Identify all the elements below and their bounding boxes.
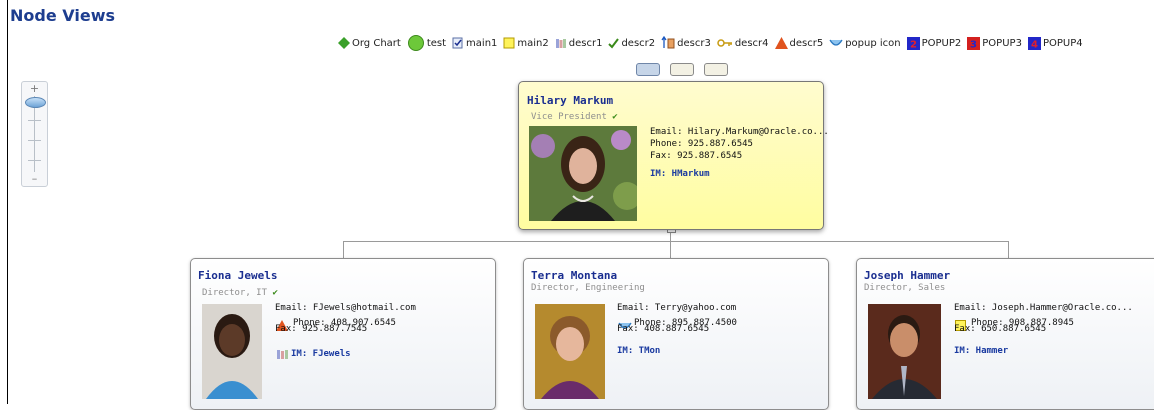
- org-node-terra[interactable]: Terra Montana Director, Engineering Emai…: [523, 258, 829, 410]
- badge-3-icon: 3: [967, 36, 981, 50]
- badge-2-icon: 2: [906, 36, 920, 50]
- fax-text: Fax: 925.887.7545: [275, 324, 368, 334]
- legend-item-main2[interactable]: main2: [503, 37, 549, 49]
- connector-line: [1008, 241, 1009, 258]
- zoom-in-icon[interactable]: +: [22, 83, 47, 94]
- photo-joseph: [868, 304, 941, 399]
- bowl-icon: [829, 39, 843, 46]
- page-title: Node Views: [10, 6, 115, 25]
- green-circle-icon: [407, 35, 424, 51]
- checkmark-icon: ✔: [612, 112, 618, 122]
- node-title: Vice President ✔: [531, 112, 618, 122]
- legend-item-popup-icon[interactable]: popup icon: [829, 38, 901, 49]
- checkmark-icon: [608, 37, 620, 49]
- legend-item-popup2[interactable]: 2 POPUP2: [906, 36, 961, 50]
- view-switcher: [636, 63, 728, 76]
- node-title: Director, Engineering: [531, 283, 645, 293]
- legend-item-test[interactable]: test: [407, 35, 446, 51]
- yellow-square-icon: [503, 37, 515, 49]
- legend-item-main1[interactable]: main1: [452, 37, 497, 49]
- zoom-tick: [28, 120, 41, 121]
- node-title: Director, IT ✔: [202, 288, 278, 298]
- zoom-tick: [28, 140, 41, 141]
- svg-text:4: 4: [1031, 39, 1038, 50]
- avatar: [868, 304, 941, 399]
- contact-info: Email: FJewels@hotmail.com: [275, 302, 416, 314]
- contact-info: Email: Joseph.Hammer@Oracle.co...: [954, 302, 1133, 314]
- email-text: Email: Joseph.Hammer@Oracle.co...: [954, 303, 1133, 313]
- view-button-1[interactable]: [636, 63, 660, 76]
- contact-info: Email: Hilary.Markum@Oracle.co... Phone:…: [650, 126, 829, 162]
- connector-line: [343, 241, 1009, 242]
- arrows-updown-icon: [661, 36, 675, 49]
- books-icon: [277, 350, 288, 359]
- left-border: [7, 0, 8, 404]
- fax-text: Fax: 408.887.6545: [617, 324, 710, 334]
- node-title-text: Vice President: [531, 112, 607, 122]
- node-name[interactable]: Hilary Markum: [527, 94, 613, 107]
- photo-fiona: [202, 304, 262, 399]
- avatar: [202, 304, 262, 399]
- email-text: Email: FJewels@hotmail.com: [275, 303, 416, 313]
- legend-item-popup3[interactable]: 3 POPUP3: [967, 36, 1022, 50]
- legend-item-descr4[interactable]: descr4: [717, 38, 769, 49]
- im-link[interactable]: IM: Hammer: [954, 346, 1008, 356]
- node-title-text: Director, IT: [202, 288, 268, 298]
- books-icon: [555, 39, 566, 48]
- zoom-slider[interactable]: + –: [21, 81, 48, 187]
- im-link[interactable]: IM: HMarkum: [650, 169, 710, 179]
- connector-line: [343, 241, 344, 258]
- im-link[interactable]: IM: TMon: [617, 346, 660, 356]
- legend: Org Chart test main1 main2 descr1 descr2…: [338, 34, 1085, 52]
- badge-4-icon: 4: [1027, 36, 1041, 50]
- checkmark-icon: ✔: [272, 288, 278, 298]
- view-button-3[interactable]: [704, 63, 728, 76]
- zoom-thumb[interactable]: [25, 97, 46, 108]
- view-button-2[interactable]: [670, 63, 694, 76]
- org-node-joseph[interactable]: Joseph Hammer Director, Sales Email: Jos…: [856, 258, 1154, 410]
- svg-text:2: 2: [910, 39, 917, 50]
- legend-item-descr1[interactable]: descr1: [555, 37, 602, 49]
- phone-text: Phone: 925.887.6545: [650, 139, 753, 149]
- node-title: Director, Sales: [864, 283, 946, 293]
- photo-hilary: [529, 126, 637, 221]
- doc-check-icon: [452, 37, 463, 49]
- legend-item-descr3[interactable]: descr3: [661, 36, 711, 50]
- avatar: [535, 304, 605, 399]
- org-node-fiona[interactable]: Fiona Jewels Director, IT ✔ Email: FJewe…: [190, 258, 496, 410]
- key-icon: [717, 39, 732, 47]
- zoom-tick: [28, 160, 41, 161]
- im-link[interactable]: IM: FJewels: [291, 349, 351, 359]
- node-name[interactable]: Terra Montana: [531, 269, 617, 282]
- avatar: [529, 126, 637, 221]
- photo-terra: [535, 304, 605, 399]
- node-name[interactable]: Fiona Jewels: [198, 269, 277, 282]
- orange-triangle-icon: [774, 37, 788, 49]
- zoom-out-icon[interactable]: –: [22, 173, 47, 184]
- fax-text: Fax: 650.887.6545: [954, 324, 1047, 334]
- legend-item-descr2[interactable]: descr2: [608, 38, 655, 49]
- node-name[interactable]: Joseph Hammer: [864, 269, 950, 282]
- org-node-root[interactable]: Hilary Markum Vice President ✔ Email: Hi…: [518, 81, 829, 230]
- connector-line: [670, 241, 671, 258]
- legend-item-descr5[interactable]: descr5: [774, 37, 823, 49]
- legend-item-popup4[interactable]: 4 POPUP4: [1027, 36, 1083, 50]
- green-diamond-icon: [338, 37, 350, 49]
- svg-text:3: 3: [970, 39, 977, 50]
- email-text: Email: Hilary.Markum@Oracle.co...: [650, 127, 829, 137]
- contact-info: Email: Terry@yahoo.com: [617, 302, 736, 314]
- legend-item-org-chart[interactable]: Org Chart: [338, 37, 401, 49]
- fax-text: Fax: 925.887.6545: [650, 151, 743, 161]
- email-text: Email: Terry@yahoo.com: [617, 303, 737, 313]
